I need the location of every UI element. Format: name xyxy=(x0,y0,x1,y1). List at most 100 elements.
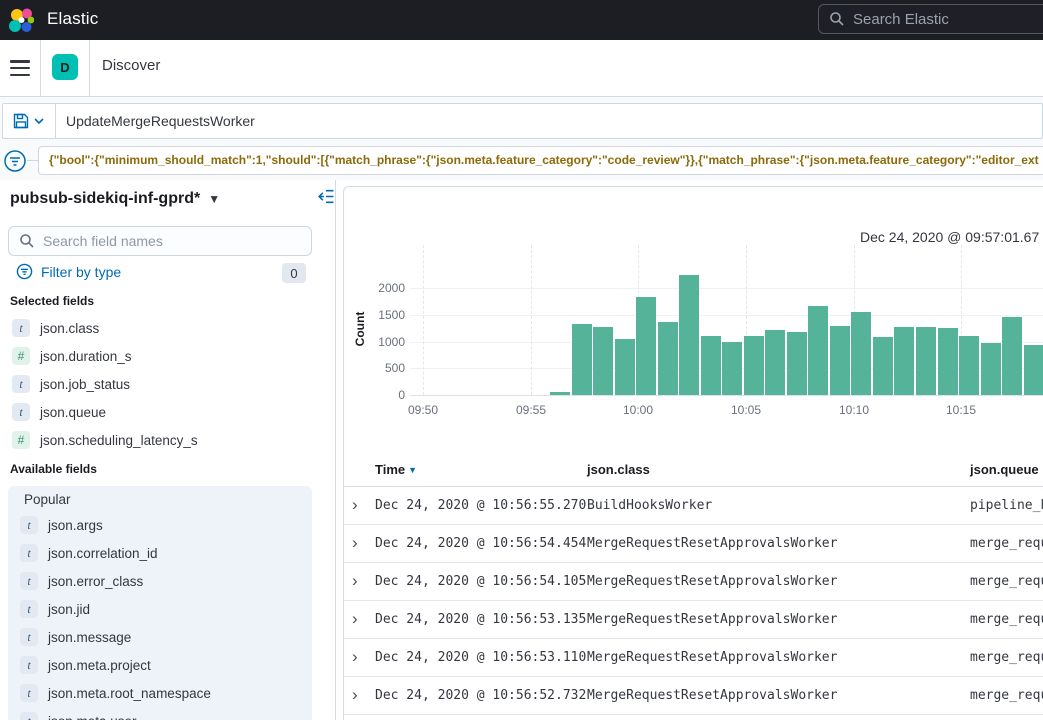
expand-row-icon[interactable]: › xyxy=(352,495,358,515)
histogram-bar-10:03[interactable] xyxy=(701,336,721,395)
field-name: json.class xyxy=(40,321,99,336)
histogram-bar-10:10[interactable] xyxy=(851,312,871,395)
y-tick-label: 1000 xyxy=(347,335,405,349)
expand-row-icon[interactable]: › xyxy=(352,571,358,591)
gridline xyxy=(531,245,532,395)
histogram-bar-10:02[interactable] xyxy=(679,275,699,395)
field-name: json.correlation_id xyxy=(48,546,158,561)
histogram-bar-10:08[interactable] xyxy=(808,306,828,395)
table-row[interactable]: ›Dec 24, 2020 @ 10:56:52.732MergeRequest… xyxy=(344,677,1043,715)
histogram-bar-10:15[interactable] xyxy=(959,336,979,395)
histogram-bar-10:11[interactable] xyxy=(873,337,893,395)
histogram-bar-10:16[interactable] xyxy=(981,343,1001,395)
column-header-time[interactable]: Time▼ xyxy=(375,462,417,477)
top-app-bar: Elastic Search Elastic xyxy=(0,0,1043,40)
query-input[interactable] xyxy=(56,112,1042,130)
histogram-bar-10:07[interactable] xyxy=(787,332,807,395)
filter-icon[interactable] xyxy=(3,149,27,173)
chevron-down-icon: ▼ xyxy=(208,192,220,206)
histogram-bar-10:00[interactable] xyxy=(636,297,656,395)
x-tick-label: 10:10 xyxy=(839,403,869,417)
gridline xyxy=(423,245,424,395)
search-icon xyxy=(829,11,845,27)
histogram-bar-10:13[interactable] xyxy=(916,327,936,395)
field-item[interactable]: tjson.class xyxy=(12,314,99,342)
field-search-input[interactable]: Search field names xyxy=(8,226,312,256)
field-name: json.args xyxy=(48,518,103,533)
cell-json-class: MergeRequestResetApprovalsWorker xyxy=(587,574,837,589)
save-query-button[interactable] xyxy=(3,104,56,138)
field-name: json.error_class xyxy=(48,574,143,589)
histogram-bar-10:05[interactable] xyxy=(744,336,764,395)
y-tick-label: 0 xyxy=(347,388,405,402)
column-header-json-class[interactable]: json.class xyxy=(587,462,650,477)
y-tick-label: 500 xyxy=(347,361,405,375)
expand-row-icon[interactable]: › xyxy=(352,609,358,629)
field-name: json.meta.user xyxy=(48,714,137,720)
histogram-bar-10:04[interactable] xyxy=(722,342,742,395)
index-pattern-selector[interactable]: pubsub-sidekiq-inf-gprd* ▼ xyxy=(10,190,220,208)
filter-by-type-button[interactable]: Filter by type xyxy=(16,263,121,280)
collapse-sidebar-icon[interactable] xyxy=(317,188,334,205)
table-row[interactable]: › Dec 24, 2020 @ 10:56:53.110MergeRequest… xyxy=(344,639,1043,677)
histogram-bar-09:57[interactable] xyxy=(572,324,592,395)
x-tick-label: 10:05 xyxy=(731,403,761,417)
expand-row-icon[interactable]: › xyxy=(352,647,358,667)
table-row[interactable]: ›Dec 24, 2020 @ 10:56:53.135MergeRequest… xyxy=(344,601,1043,639)
field-item[interactable]: tjson.job_status xyxy=(12,370,130,398)
field-item[interactable]: # json.duration_s xyxy=(12,342,132,370)
available-fields-heading: Available fields xyxy=(10,462,97,476)
histogram-bar-10:09[interactable] xyxy=(830,326,850,395)
popular-heading: Popular xyxy=(24,492,71,507)
table-row[interactable]: ›Dec 24, 2020 @ 10:56:54.454MergeRequest… xyxy=(344,525,1043,563)
field-item[interactable]: tjson.jid xyxy=(20,595,90,623)
breadcrumb: Discover xyxy=(102,57,160,74)
field-item[interactable]: tjson.queue xyxy=(12,398,106,426)
expand-row-icon[interactable]: › xyxy=(352,685,358,705)
field-item[interactable]: #json.scheduling_latency_s xyxy=(12,426,198,454)
gridline xyxy=(410,288,1043,289)
field-item[interactable]: tjson.meta.root_namespace xyxy=(20,679,211,707)
histogram-bar-09:58[interactable] xyxy=(593,327,613,395)
x-tick-label: 09:50 xyxy=(408,403,438,417)
string-type-icon: t xyxy=(20,656,38,674)
cell-json-class: MergeRequestResetApprovalsWorker xyxy=(587,650,837,665)
cell-json-queue: merge_reque xyxy=(970,574,1043,589)
field-name: json.queue xyxy=(40,405,106,420)
index-pattern-label: pubsub-sidekiq-inf-gprd* xyxy=(10,190,200,207)
expand-row-icon[interactable]: › xyxy=(352,533,358,553)
chart-time-range: Dec 24, 2020 @ 09:57:01.67 xyxy=(860,229,1039,245)
cell-json-queue: merge_reque xyxy=(970,612,1043,627)
histogram-bar-10:17[interactable] xyxy=(1002,317,1022,395)
histogram-bar-10:14[interactable] xyxy=(938,328,958,395)
cell-time: Dec 24, 2020 @ 10:56:53.110 xyxy=(375,650,586,665)
field-name: json.jid xyxy=(48,602,90,617)
histogram-bar-10:01[interactable] xyxy=(658,322,678,395)
column-header-json-queue[interactable]: json.queue xyxy=(970,462,1039,477)
histogram-bar-09:59[interactable] xyxy=(615,339,635,395)
cell-json-queue: merge_reque xyxy=(970,688,1043,703)
discover-app-badge[interactable]: D xyxy=(52,54,78,80)
field-item[interactable]: tjson.error_class xyxy=(20,567,143,595)
field-item[interactable]: tjson.args xyxy=(20,511,103,539)
histogram-bar-10:18[interactable] xyxy=(1024,345,1043,395)
menu-icon[interactable] xyxy=(10,60,30,76)
field-name: json.meta.project xyxy=(48,658,151,673)
field-item[interactable]: tjson.correlation_id xyxy=(20,539,158,567)
field-item[interactable]: tjson.meta.user xyxy=(20,707,137,720)
number-type-icon: # xyxy=(12,347,30,365)
cell-time: Dec 24, 2020 @ 10:56:53.135 xyxy=(375,612,586,627)
y-tick-label: 2000 xyxy=(347,281,405,295)
table-row[interactable]: ›Dec 24, 2020 @ 10:56:55.270BuildHooksWo… xyxy=(344,487,1043,525)
histogram-bar-10:06[interactable] xyxy=(765,330,785,395)
field-item[interactable]: tjson.message xyxy=(20,623,131,651)
cell-json-queue: pipeline_ho xyxy=(970,498,1043,513)
field-name: json.duration_s xyxy=(40,349,132,364)
table-row[interactable]: ›Dec 24, 2020 @ 10:56:54.105MergeRequest… xyxy=(344,563,1043,601)
search-icon xyxy=(19,233,35,249)
histogram-bar-10:12[interactable] xyxy=(894,327,914,395)
field-item[interactable]: t json.meta.project xyxy=(20,651,151,679)
global-search-input[interactable]: Search Elastic xyxy=(818,4,1043,34)
cell-json-class: BuildHooksWorker xyxy=(587,498,712,513)
filter-pill[interactable]: {"bool":{"minimum_should_match":1,"shoul… xyxy=(38,146,1043,175)
